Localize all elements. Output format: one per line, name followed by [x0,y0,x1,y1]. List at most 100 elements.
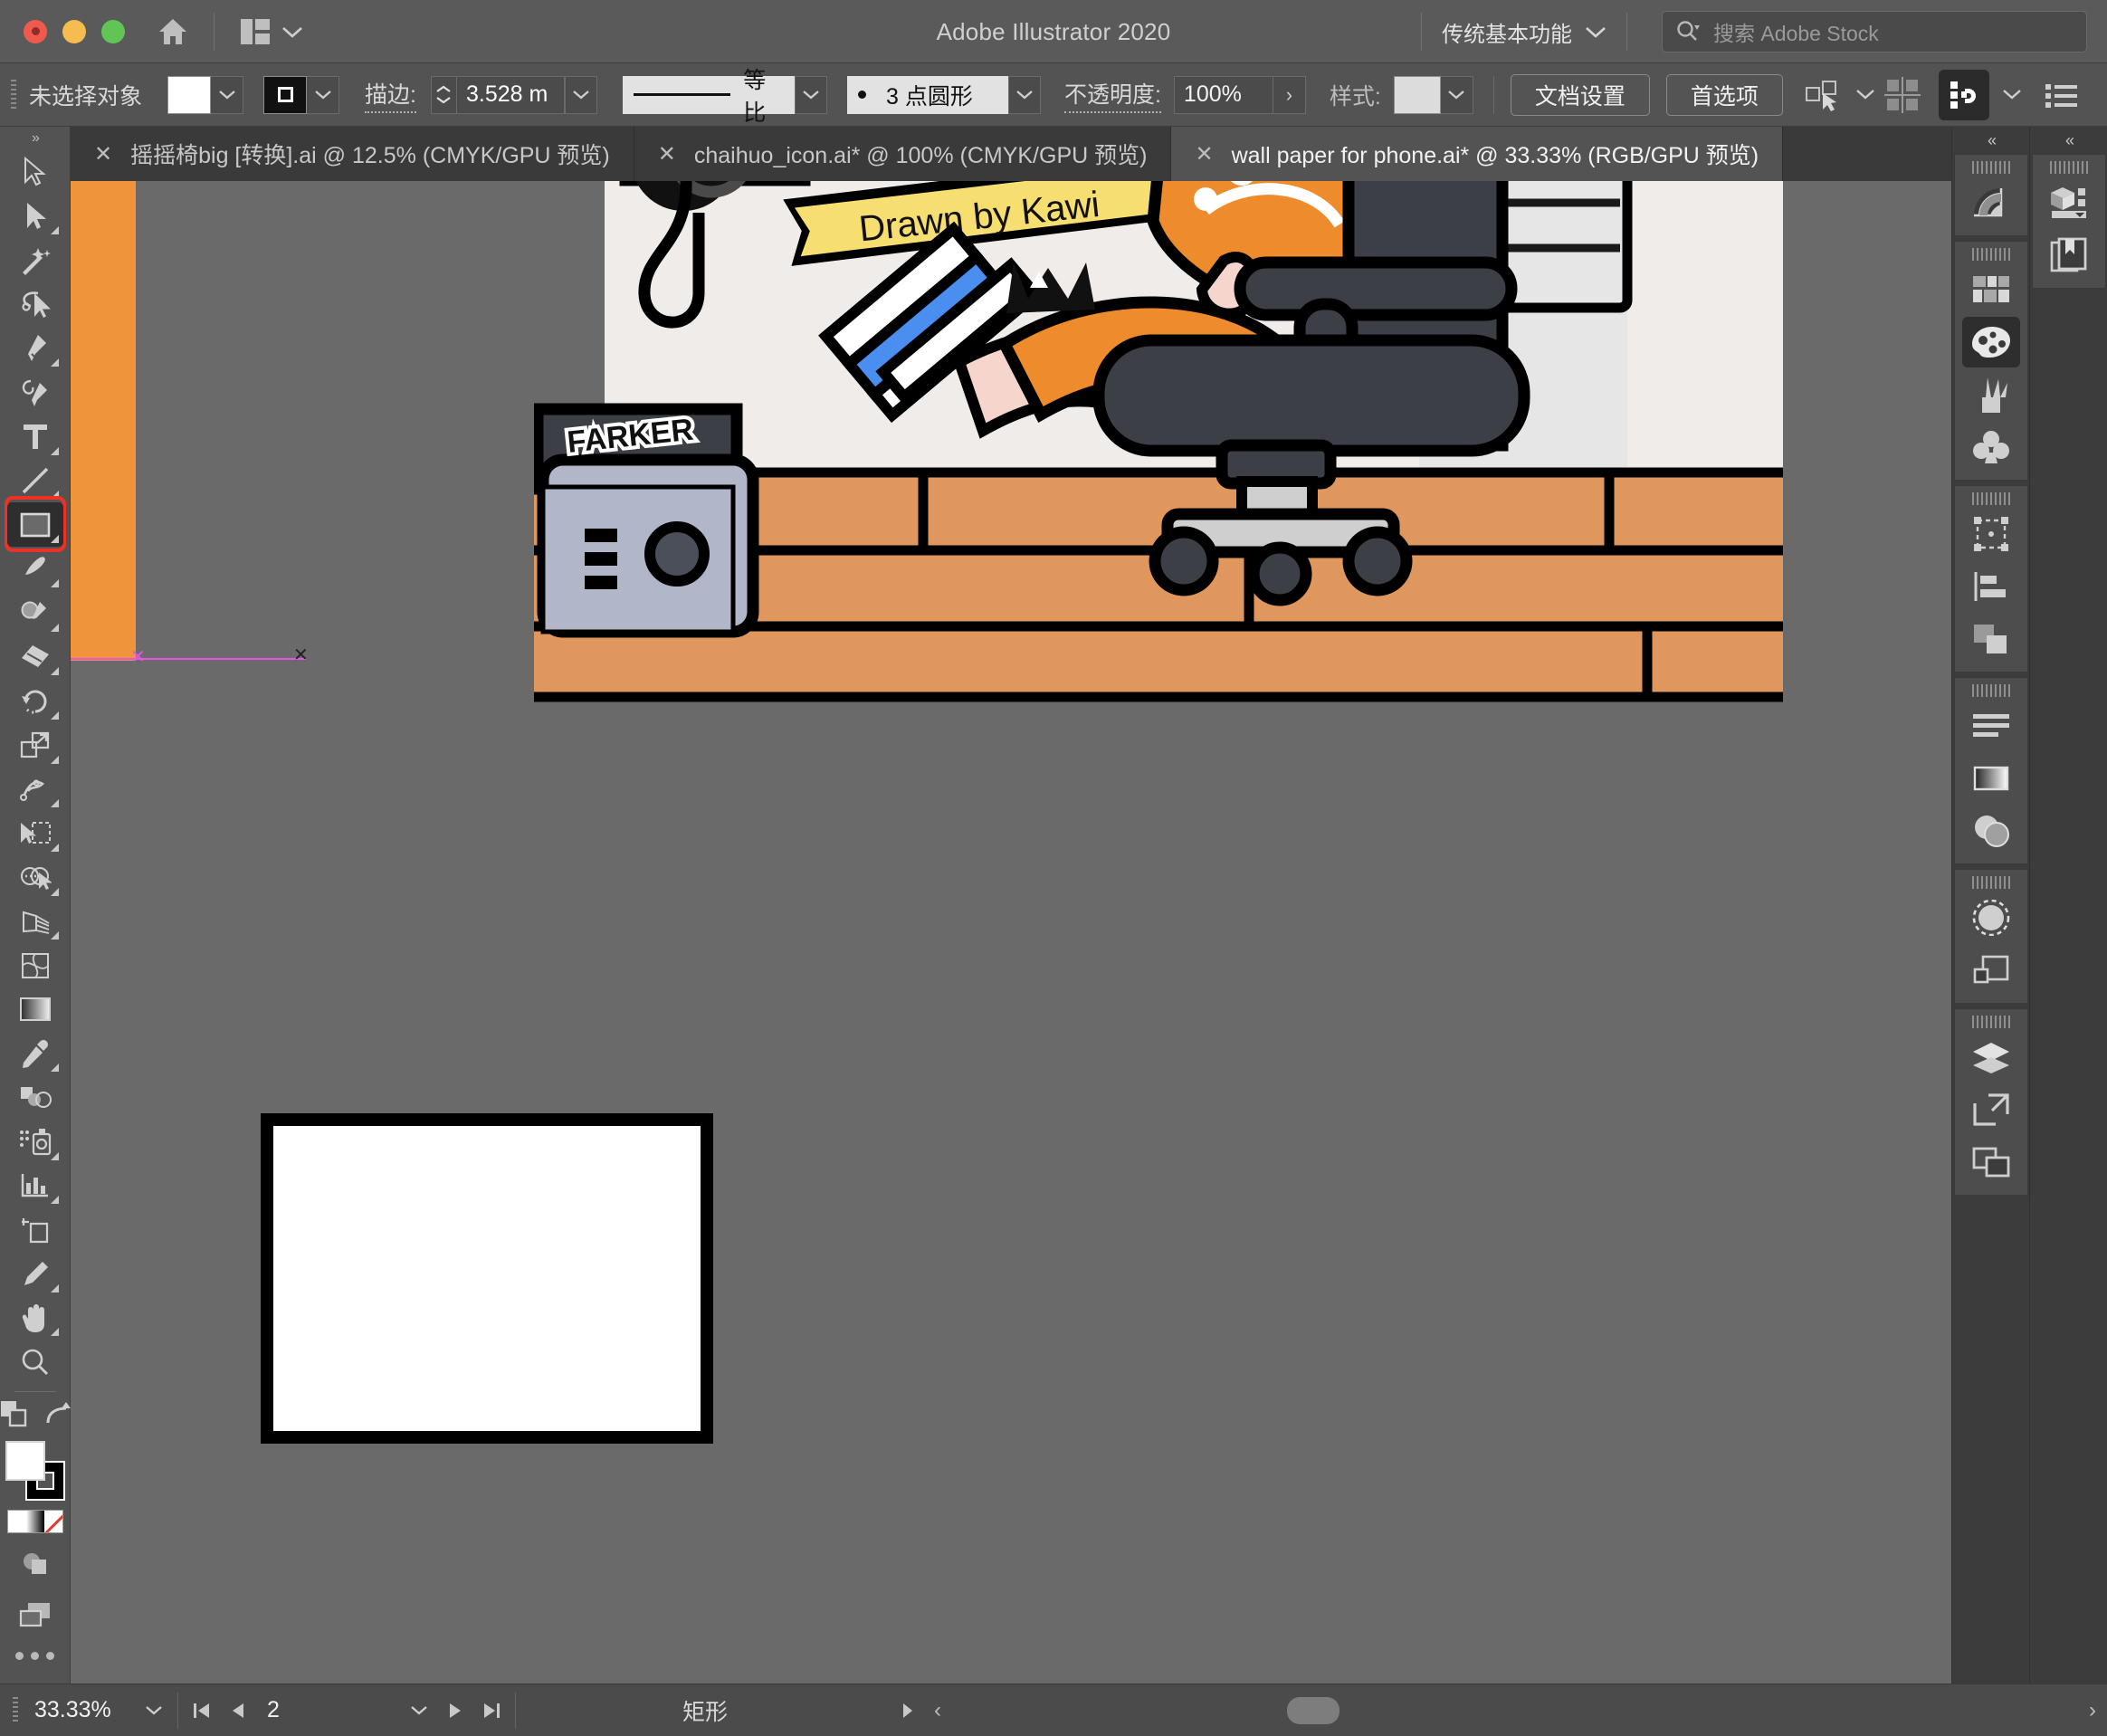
blend-tool[interactable] [7,1075,63,1120]
swap-fill-stroke-icon[interactable] [0,1399,30,1428]
style-swatch[interactable] [1393,75,1441,114]
home-icon[interactable] [152,11,194,52]
status-bar-grip[interactable] [13,1696,18,1724]
tool-flyout-indicator[interactable] [50,446,59,455]
brush-combo[interactable]: 3 点圆形 [846,75,1008,114]
selection-tool[interactable] [7,150,63,195]
tool-flyout-indicator[interactable] [50,843,59,852]
pen-tool[interactable] [7,327,63,371]
close-icon[interactable]: ✕ [1195,141,1213,167]
shaper-tool[interactable] [7,591,63,635]
paragraph-panel-icon[interactable] [1962,701,2020,751]
type-tool[interactable] [7,415,63,459]
artboard-tool[interactable] [7,1207,63,1252]
tool-flyout-indicator[interactable] [50,755,59,764]
direct-selection-tool[interactable] [7,195,63,239]
last-artboard-icon[interactable] [473,1693,510,1729]
none-fill-mode[interactable] [43,1511,62,1532]
stroke-dropdown[interactable] [307,75,340,114]
canvas-horizontal-scrollbar[interactable]: ‹ › [925,1693,2102,1727]
width-tool[interactable] [7,768,63,812]
panel-grip[interactable] [1971,161,2010,174]
first-artboard-icon[interactable] [184,1693,220,1729]
pathfinder-panel-icon[interactable] [1962,614,2020,664]
horizontal-scroll-thumb[interactable] [1287,1696,1340,1724]
document-tab-2[interactable]: ✕ wall paper for phone.ai* @ 33.33% (RGB… [1171,127,1784,181]
arrange-documents-button[interactable] [234,11,309,52]
stroke-weight-input[interactable]: 3.528 m [455,75,565,114]
fill-swatch[interactable] [167,75,212,114]
transparency-panel-icon[interactable] [1962,806,2020,856]
tool-flyout-indicator[interactable] [50,931,59,940]
perspective-grid-tool[interactable] [7,900,63,944]
layers-panel-icon[interactable] [1962,1032,2020,1083]
document-tab-0[interactable]: ✕ 摇摇椅big [转换].ai @ 12.5% (CMYK/GPU 预览) [71,127,634,181]
graphic-style-control[interactable] [1393,75,1473,114]
artboard-number-input[interactable]: 2 [256,1692,401,1729]
tool-flyout-indicator[interactable] [50,1283,59,1292]
panel-grip[interactable] [1971,684,2010,697]
width-profile-dropdown[interactable] [794,75,827,114]
paintbrush-tool[interactable] [7,547,63,591]
artboard-dropdown[interactable] [401,1693,437,1729]
rectangle-tool[interactable] [6,502,63,548]
chevron-down-icon[interactable] [1585,25,1606,38]
tool-flyout-indicator[interactable] [50,799,59,808]
scroll-right-arrow[interactable]: › [2089,1698,2096,1723]
opacity-input[interactable]: 100% [1173,75,1273,114]
tool-flyout-indicator[interactable] [50,1064,59,1073]
tool-flyout-indicator[interactable] [50,1151,59,1160]
document-tab-1[interactable]: ✕ chaihuo_icon.ai* @ 100% (CMYK/GPU 预览) [634,127,1172,181]
tool-flyout-indicator[interactable] [50,358,59,367]
chevron-down-icon[interactable] [2002,89,2022,100]
style-dropdown[interactable] [1440,75,1473,114]
tool-flyout-indicator[interactable] [50,887,59,896]
panel-grip[interactable] [2049,161,2088,174]
gradient-tool[interactable] [7,987,63,1032]
stroke-weight-control[interactable]: 3.528 m [430,75,597,114]
collapse-panels-icon[interactable]: « [2030,127,2107,154]
eraser-tool[interactable] [7,635,63,680]
free-transform-tool[interactable] [7,811,63,855]
tool-flyout-indicator[interactable] [50,711,59,720]
more-tools-icon[interactable] [15,1636,54,1674]
symbol-sprayer-tool[interactable] [7,1120,63,1164]
tools-panel-grip[interactable]: » [0,127,70,150]
fill-dropdown[interactable] [211,75,244,114]
brush-definition-control[interactable]: 3 点圆形 [846,75,1041,114]
options-list-icon[interactable] [2038,73,2085,117]
zoom-tool[interactable] [7,1340,63,1384]
tool-flyout-indicator[interactable] [50,578,59,587]
color-guide-panel-icon[interactable] [1961,317,2020,367]
eyedropper-tool[interactable] [7,1032,63,1076]
libraries-panel-icon[interactable] [2040,177,2098,228]
stroke-color-control[interactable] [263,75,340,114]
opacity-options-button[interactable]: › [1273,75,1306,114]
tool-flyout-indicator[interactable] [50,226,59,235]
scroll-left-arrow[interactable]: ‹ [925,1698,950,1723]
tool-flyout-indicator[interactable] [50,535,59,544]
line-segment-tool[interactable] [7,459,63,503]
opacity-control[interactable]: 100% › [1173,75,1306,114]
fill-stroke-indicator[interactable] [5,1441,65,1501]
drawing-mode-icon[interactable] [7,1540,63,1585]
select-similar-icon[interactable] [1805,79,1845,111]
fill-color-indicator[interactable] [5,1441,45,1481]
chevron-down-icon[interactable] [1855,89,1875,100]
zoom-level-dropdown[interactable] [136,1693,172,1729]
tool-flyout-indicator[interactable] [50,491,59,500]
preferences-button[interactable]: 首选项 [1665,73,1783,116]
brush-dropdown[interactable] [1007,75,1041,114]
mesh-tool[interactable] [7,943,63,987]
prev-artboard-icon[interactable] [220,1693,256,1729]
align-icon[interactable] [1879,73,1926,117]
swatches-panel-icon[interactable] [1962,264,2020,315]
scale-tool[interactable] [7,723,63,768]
artwork-illustration[interactable]: Drawn by Kawi FARKER [534,181,1783,715]
close-icon[interactable]: ✕ [658,141,676,167]
minimize-button[interactable] [62,19,86,43]
tool-flyout-indicator[interactable] [50,623,59,632]
lasso-tool[interactable] [7,282,63,327]
panel-grip[interactable] [1971,248,2010,261]
slice-tool[interactable] [7,1252,63,1296]
